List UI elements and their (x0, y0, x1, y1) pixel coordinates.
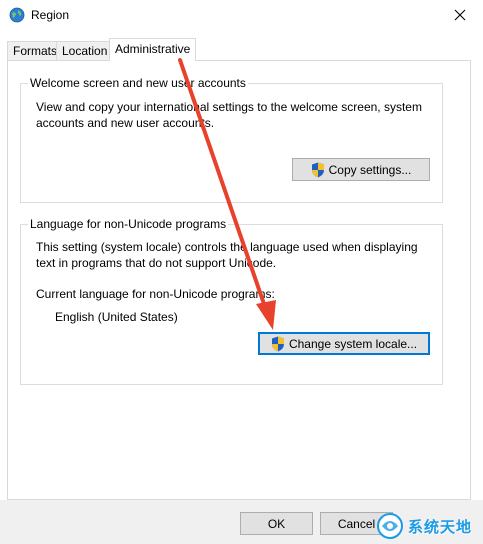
ok-button[interactable]: OK (240, 512, 313, 535)
change-system-locale-label: Change system locale... (288, 336, 418, 351)
welcome-screen-group: Welcome screen and new user accounts Vie… (20, 76, 443, 203)
uac-shield-icon (311, 162, 324, 177)
non-unicode-group-title: Language for non-Unicode programs (28, 217, 229, 231)
watermark-text: 系统天地 (408, 517, 473, 536)
copy-settings-button[interactable]: Copy settings... (292, 158, 430, 181)
welcome-description-line1: View and copy your international setting… (36, 100, 422, 114)
region-dialog: Region Formats Location Administrative W… (0, 0, 483, 544)
uac-shield-icon (271, 336, 284, 351)
current-language-label: Current language for non-Unicode program… (36, 287, 275, 301)
close-button[interactable] (437, 0, 483, 30)
tab-administrative[interactable]: Administrative (109, 38, 197, 61)
tab-location[interactable]: Location (56, 41, 114, 60)
non-unicode-group: Language for non-Unicode programs This s… (20, 217, 443, 385)
locale-description-line2: text in programs that do not support Uni… (36, 256, 277, 270)
welcome-description-line2: accounts and new user accounts. (36, 116, 215, 130)
window-title: Region (31, 8, 70, 22)
copy-settings-label: Copy settings... (328, 162, 412, 177)
administrative-panel: Welcome screen and new user accounts Vie… (7, 60, 471, 500)
globe-icon (9, 7, 25, 23)
welcome-group-title: Welcome screen and new user accounts (28, 76, 248, 90)
change-system-locale-button[interactable]: Change system locale... (258, 332, 430, 355)
locale-description-line1: This setting (system locale) controls th… (36, 240, 418, 254)
title-bar: Region (0, 0, 483, 30)
watermark: 系统天地 (376, 508, 483, 544)
current-language-value: English (United States) (55, 310, 178, 324)
close-icon (454, 9, 466, 21)
watermark-logo-icon (377, 513, 403, 539)
tab-formats[interactable]: Formats (7, 41, 64, 60)
